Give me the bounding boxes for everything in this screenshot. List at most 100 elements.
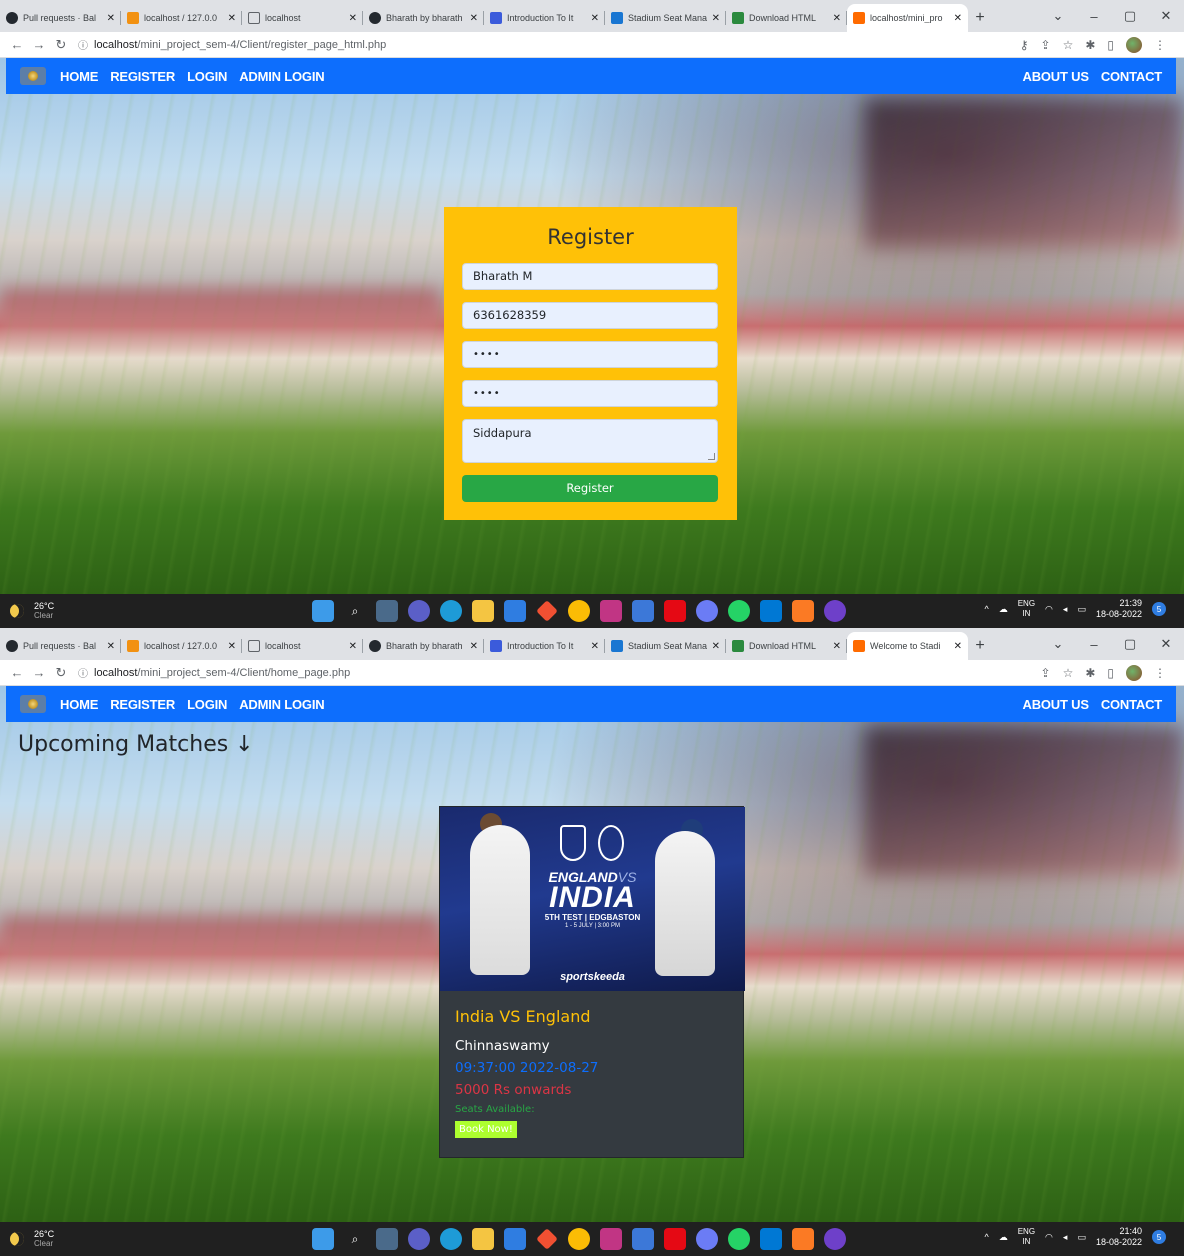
- maximize-icon[interactable]: ▢: [1112, 8, 1148, 24]
- volume-icon[interactable]: ◂: [1063, 604, 1068, 615]
- browser-tab[interactable]: Introduction To It ✕: [484, 632, 605, 660]
- edge-icon[interactable]: [440, 600, 462, 622]
- app-icon[interactable]: [696, 600, 718, 622]
- vscode-icon[interactable]: [760, 1228, 782, 1250]
- netflix-icon[interactable]: [664, 1228, 686, 1250]
- new-tab-button[interactable]: +: [968, 632, 992, 660]
- nav-contact[interactable]: CONTACT: [1101, 69, 1162, 84]
- close-icon[interactable]: ✕: [833, 13, 841, 24]
- menu-icon[interactable]: ⋮: [1154, 38, 1166, 52]
- reload-icon[interactable]: ↻: [50, 665, 72, 681]
- close-icon[interactable]: ✕: [107, 641, 115, 652]
- chrome-icon[interactable]: [568, 1228, 590, 1250]
- profile-avatar[interactable]: [1126, 664, 1142, 681]
- language-indicator[interactable]: ENG IN: [1018, 1227, 1035, 1247]
- nav-about-us[interactable]: ABOUT US: [1023, 697, 1089, 712]
- browser-tab[interactable]: Pull requests · Bal ✕: [0, 632, 121, 660]
- profile-avatar[interactable]: [1126, 36, 1142, 53]
- tray-chevron-icon[interactable]: ^: [984, 604, 988, 614]
- tray-chevron-icon[interactable]: ^: [984, 1232, 988, 1242]
- sidepanel-icon[interactable]: ▯: [1107, 666, 1114, 680]
- close-icon[interactable]: ✕: [954, 641, 962, 652]
- close-icon[interactable]: ✕: [591, 13, 599, 24]
- whatsapp-icon[interactable]: [728, 1228, 750, 1250]
- close-icon[interactable]: ✕: [228, 13, 236, 24]
- language-indicator[interactable]: ENG IN: [1018, 599, 1035, 619]
- nav-about-us[interactable]: ABOUT US: [1023, 69, 1089, 84]
- extensions-icon[interactable]: ✱: [1085, 666, 1095, 680]
- bookmark-star-icon[interactable]: ☆: [1063, 38, 1074, 52]
- tab-search-icon[interactable]: ⌄: [1040, 8, 1076, 24]
- notification-icon[interactable]: 5: [1152, 602, 1166, 616]
- mail-icon[interactable]: [504, 1228, 526, 1250]
- instagram-icon[interactable]: [600, 600, 622, 622]
- xampp-icon[interactable]: [792, 600, 814, 622]
- github-desktop-icon[interactable]: [824, 600, 846, 622]
- phone-input[interactable]: 6361628359: [462, 302, 718, 329]
- nav-admin-login[interactable]: ADMIN LOGIN: [239, 697, 324, 712]
- weather-widget[interactable]: 26°C Clear: [0, 601, 300, 621]
- close-icon[interactable]: ✕: [470, 641, 478, 652]
- confirm-password-input[interactable]: ••••: [462, 380, 718, 407]
- nav-home[interactable]: HOME: [60, 697, 98, 712]
- site-logo-icon[interactable]: [20, 695, 46, 713]
- url-input[interactable]: ⓘ localhost/mini_project_sem-4/Client/ho…: [78, 663, 978, 683]
- notification-icon[interactable]: 5: [1152, 1230, 1166, 1244]
- nav-admin-login[interactable]: ADMIN LOGIN: [239, 69, 324, 84]
- back-icon[interactable]: ←: [6, 37, 28, 52]
- site-logo-icon[interactable]: [20, 67, 46, 85]
- share-icon[interactable]: ⇪: [1041, 666, 1051, 680]
- browser-tab[interactable]: localhost ✕: [242, 632, 363, 660]
- app-icon[interactable]: [696, 1228, 718, 1250]
- tray-app-icon[interactable]: ☁: [999, 604, 1008, 615]
- browser-tab-active[interactable]: Welcome to Stadi ✕: [847, 632, 968, 660]
- notes-icon[interactable]: [632, 1228, 654, 1250]
- back-icon[interactable]: ←: [6, 665, 28, 680]
- search-icon[interactable]: ⌕: [344, 1228, 366, 1250]
- whatsapp-icon[interactable]: [728, 600, 750, 622]
- book-now-button[interactable]: Book Now!: [455, 1121, 517, 1138]
- url-input[interactable]: ⓘ localhost/mini_project_sem-4/Client/re…: [78, 35, 978, 55]
- new-tab-button[interactable]: +: [968, 4, 992, 32]
- wifi-icon[interactable]: ◠: [1045, 604, 1053, 615]
- file-explorer-icon[interactable]: [472, 1228, 494, 1250]
- notes-icon[interactable]: [632, 600, 654, 622]
- browser-tab[interactable]: localhost / 127.0.0 ✕: [121, 632, 242, 660]
- windows-start-icon[interactable]: [312, 1228, 334, 1250]
- nav-home[interactable]: HOME: [60, 69, 98, 84]
- browser-tab[interactable]: localhost / 127.0.0 ✕: [121, 4, 242, 32]
- edge-icon[interactable]: [440, 1228, 462, 1250]
- close-icon[interactable]: ✕: [591, 641, 599, 652]
- mail-icon[interactable]: [504, 600, 526, 622]
- forward-icon[interactable]: →: [28, 37, 50, 52]
- close-icon[interactable]: ✕: [470, 13, 478, 24]
- close-icon[interactable]: ✕: [349, 13, 357, 24]
- nav-login[interactable]: LOGIN: [187, 697, 227, 712]
- git-icon[interactable]: [536, 600, 558, 622]
- chrome-icon[interactable]: [568, 600, 590, 622]
- browser-tab[interactable]: Pull requests · Bal ✕: [0, 4, 121, 32]
- sidepanel-icon[interactable]: ▯: [1107, 38, 1114, 52]
- browser-tab[interactable]: Bharath by bharath ✕: [363, 4, 484, 32]
- close-window-icon[interactable]: ✕: [1148, 8, 1184, 24]
- nav-contact[interactable]: CONTACT: [1101, 697, 1162, 712]
- vscode-icon[interactable]: [760, 600, 782, 622]
- xampp-icon[interactable]: [792, 1228, 814, 1250]
- close-window-icon[interactable]: ✕: [1148, 636, 1184, 652]
- tray-app-icon[interactable]: ☁: [999, 1232, 1008, 1243]
- name-input[interactable]: Bharath M: [462, 263, 718, 290]
- battery-icon[interactable]: ▭: [1077, 1232, 1086, 1243]
- register-button[interactable]: Register: [462, 475, 718, 502]
- close-icon[interactable]: ✕: [712, 13, 720, 24]
- forward-icon[interactable]: →: [28, 665, 50, 680]
- close-icon[interactable]: ✕: [349, 641, 357, 652]
- nav-register[interactable]: REGISTER: [110, 69, 175, 84]
- browser-tab[interactable]: Download HTML ✕: [726, 632, 847, 660]
- clock[interactable]: 21:39 18-08-2022: [1096, 598, 1142, 620]
- close-icon[interactable]: ✕: [833, 641, 841, 652]
- share-icon[interactable]: ⇪: [1041, 38, 1051, 52]
- search-icon[interactable]: ⌕: [344, 600, 366, 622]
- browser-tab[interactable]: localhost ✕: [242, 4, 363, 32]
- wifi-icon[interactable]: ◠: [1045, 1232, 1053, 1243]
- task-view-icon[interactable]: [376, 1228, 398, 1250]
